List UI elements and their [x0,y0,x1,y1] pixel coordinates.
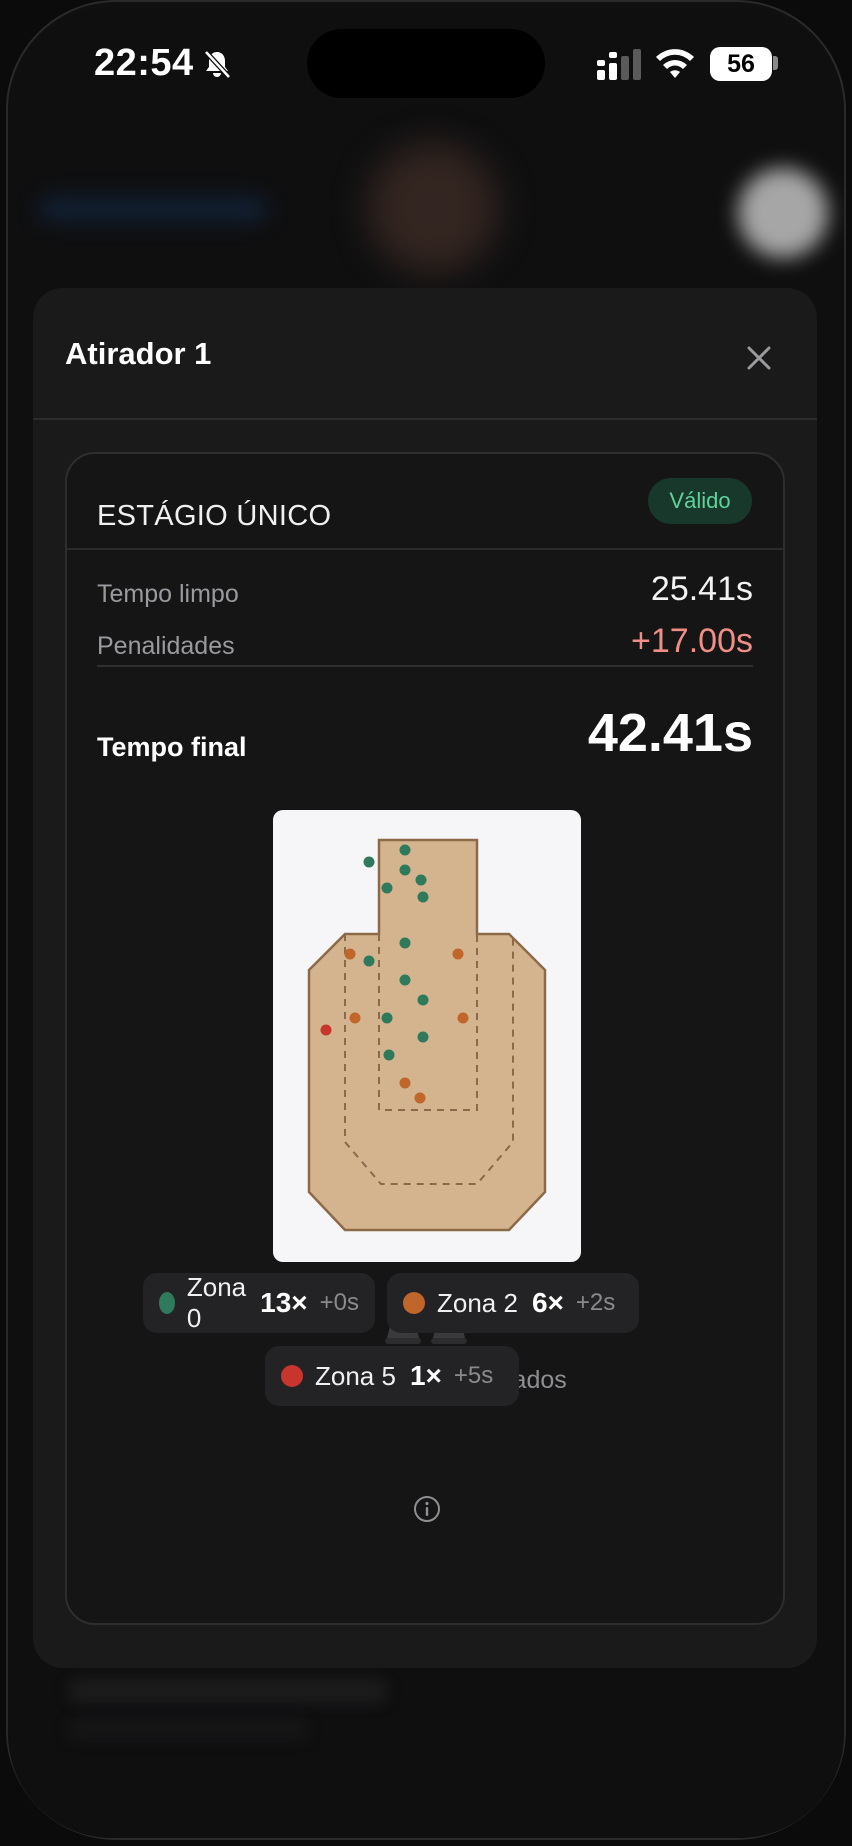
hit-marker-zone0 [417,994,429,1006]
zone-chip-0: Zona 0 13× +0s [143,1272,375,1333]
status-time: 22:54 [94,42,194,84]
hit-marker-zone2 [344,948,356,960]
hit-marker-zone0 [399,844,411,856]
stage-card: ESTÁGIO ÚNICO Válido Tempo limpo 25.41s … [65,452,785,1625]
battery-tip [773,56,778,70]
status-bar: 22:54 56 [0,0,852,120]
penalties-label: Penalidades [97,632,235,660]
shooter-modal: Atirador 1 ESTÁGIO ÚNICO Válido Tempo li… [33,288,817,1668]
dynamic-island [307,29,545,98]
wifi-icon [656,49,694,78]
zone-2-dot-icon [403,1292,425,1314]
hit-marker-zone0 [381,1012,393,1024]
blurred-background-row [68,1678,388,1704]
summary-divider [97,665,753,667]
hit-marker-zone2 [457,1012,469,1024]
blurred-background-row [68,1718,308,1740]
hit-marker-zone0 [383,1049,395,1061]
hit-marker-zone0 [415,874,427,886]
final-time-value: 42.41s [587,703,753,763]
zone-penalty: +5s [453,1362,494,1389]
hit-marker-zone0 [399,937,411,949]
final-time-label: Tempo final [97,732,247,762]
hit-marker-zone2 [452,948,464,960]
status-badge: Válido [648,478,752,524]
hit-marker-zone0 [417,1031,429,1043]
bell-muted-icon [204,50,231,79]
zone-count: 6× [531,1287,564,1318]
clean-time-value: 25.41s [650,570,753,608]
card-divider [67,548,783,550]
stage-title: ESTÁGIO ÚNICO [97,500,332,532]
zone-chip-2: Zona 2 6× +2s [387,1273,639,1333]
zone-0-dot-icon [159,1292,175,1314]
clean-time-label: Tempo limpo [97,580,239,608]
hit-marker-zone5 [320,1024,332,1036]
blurred-background-circle [738,168,828,258]
hit-marker-zone0 [381,882,393,894]
battery-indicator: 56 [710,47,772,81]
modal-divider [33,418,817,420]
close-icon[interactable] [739,338,779,378]
hit-marker-zone2 [399,1077,411,1089]
zone-chip-5: Zona 5 1× +5s [265,1346,519,1406]
zone-name: Zona 0 [186,1272,247,1333]
zone-name: Zona 2 [437,1287,518,1318]
zone-count: 1× [409,1360,442,1391]
hit-marker-zone0 [399,864,411,876]
hit-marker-zone0 [363,955,375,967]
zone-penalty: +2s [575,1289,616,1316]
hit-marker-zone0 [363,856,375,868]
hit-marker-zone2 [414,1092,426,1104]
zone-count: 13× [260,1287,308,1318]
blurred-background-bar [38,196,268,222]
blurred-background-avatar [368,143,498,273]
target-svg [307,838,547,1232]
hit-marker-zone2 [349,1012,361,1024]
cellular-signal-icon [597,49,641,80]
zone-penalty: +0s [319,1289,359,1316]
info-icon[interactable] [412,1494,442,1524]
target-diagram [273,810,581,1262]
zone-name: Zona 5 [315,1360,396,1391]
penalties-value: +17.00s [631,622,753,660]
modal-title: Atirador 1 [65,336,212,371]
zone-5-dot-icon [281,1365,303,1387]
hit-marker-zone0 [399,974,411,986]
hit-marker-zone0 [417,891,429,903]
